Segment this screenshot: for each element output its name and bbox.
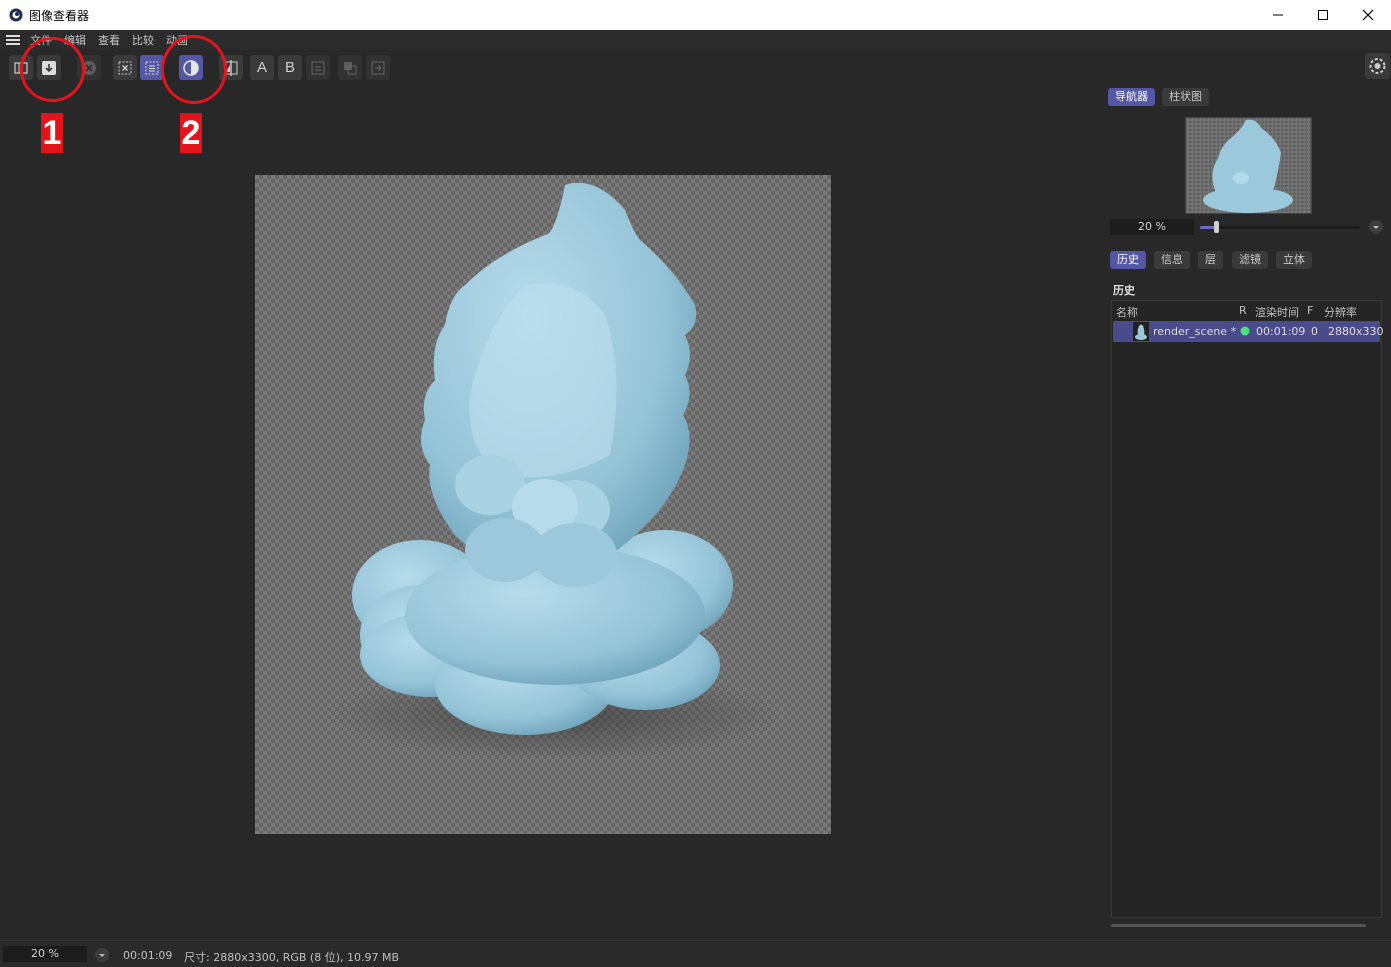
hamburger-menu-icon[interactable] (6, 35, 20, 45)
tab-info[interactable]: 信息 (1154, 251, 1190, 269)
column-resolution[interactable]: 分辨率 (1324, 304, 1357, 320)
status-image-info: 尺寸: 2880x3300, RGB (8 位), 10.97 MB (184, 951, 399, 964)
status-dot-icon (1240, 326, 1250, 336)
tab-navigator[interactable]: 导航器 (1108, 88, 1155, 106)
overlay-button[interactable] (338, 55, 362, 80)
navigator-zoom-field[interactable]: 20 % (1110, 219, 1194, 235)
annotation-label-1: 1 (41, 113, 63, 153)
table-row[interactable]: render_scene * 00:01:09 0 2880x330 (1113, 321, 1384, 342)
export-icon (371, 61, 385, 74)
minimize-button[interactable] (1255, 0, 1301, 30)
close-button[interactable] (1345, 0, 1391, 30)
tab-filters[interactable]: 滤镜 (1232, 251, 1268, 269)
title-bar: 图像查看器 (0, 0, 1391, 30)
export-button[interactable] (366, 55, 390, 80)
region-render-icon (118, 61, 132, 74)
tab-history[interactable]: 历史 (1110, 251, 1146, 269)
status-zoom-dropdown[interactable] (95, 948, 109, 962)
history-horizontal-scrollbar[interactable] (1111, 924, 1366, 927)
column-render-time[interactable]: 渲染时间 (1255, 304, 1299, 320)
tab-stereo[interactable]: 立体 (1276, 251, 1312, 269)
history-list: 名称 R 渲染时间 F 分辨率 render_scene * 00:01:09 … (1111, 300, 1384, 918)
zoom-slider-handle[interactable] (1214, 221, 1219, 233)
set-a-label: A (256, 59, 267, 76)
minimize-icon (1273, 14, 1283, 16)
maximize-icon (1318, 10, 1328, 20)
row-name: render_scene * (1153, 325, 1237, 338)
chevron-down-icon (1373, 226, 1379, 229)
gear-icon (1369, 58, 1386, 74)
tab-layers[interactable]: 层 (1198, 251, 1223, 269)
render-settings-button[interactable] (1365, 53, 1390, 79)
row-resolution: 2880x330 (1328, 325, 1384, 338)
maximize-button[interactable] (1300, 0, 1346, 30)
history-section-title: 历史 (1113, 284, 1135, 297)
column-r[interactable]: R (1239, 304, 1247, 317)
swap-icon (311, 61, 325, 74)
close-icon (1362, 9, 1374, 21)
render-canvas[interactable] (255, 175, 831, 834)
set-b-button[interactable]: B (278, 55, 302, 80)
overlay-icon (344, 61, 357, 74)
status-zoom-field[interactable]: 20 % (3, 946, 87, 962)
app-logo-icon (9, 8, 23, 22)
set-a-button[interactable]: A (250, 55, 274, 80)
status-render-time: 00:01:09 (123, 949, 173, 962)
set-b-label: B (284, 59, 295, 76)
tab-histogram[interactable]: 柱状图 (1162, 88, 1209, 106)
row-render-time: 00:01:09 (1256, 325, 1306, 338)
window-title: 图像查看器 (29, 8, 90, 23)
zoom-dropdown-button[interactable] (1369, 220, 1383, 234)
zoom-slider-track[interactable] (1200, 226, 1360, 229)
swap-ab-button[interactable] (306, 55, 330, 80)
annotation-circle-2 (161, 35, 227, 104)
menu-view[interactable]: 查看 (98, 32, 120, 48)
status-bar: 20 % 00:01:09 尺寸: 2880x3300, RGB (8 位), … (0, 940, 1391, 967)
list-icon (145, 61, 159, 74)
column-frame[interactable]: F (1307, 304, 1313, 317)
region-render-button[interactable] (113, 55, 137, 80)
navigator-thumbnail[interactable] (1185, 117, 1312, 214)
annotation-label-2: 2 (180, 113, 202, 153)
chevron-down-icon (99, 954, 105, 957)
rendered-figure (325, 182, 785, 760)
menu-compare[interactable]: 比较 (132, 32, 154, 48)
column-name[interactable]: 名称 (1116, 304, 1138, 320)
render-thumbnail-icon (1133, 322, 1149, 341)
annotation-circle-1 (20, 37, 85, 102)
row-frame: 0 (1311, 325, 1318, 338)
thumbnail-figure (1203, 119, 1293, 213)
